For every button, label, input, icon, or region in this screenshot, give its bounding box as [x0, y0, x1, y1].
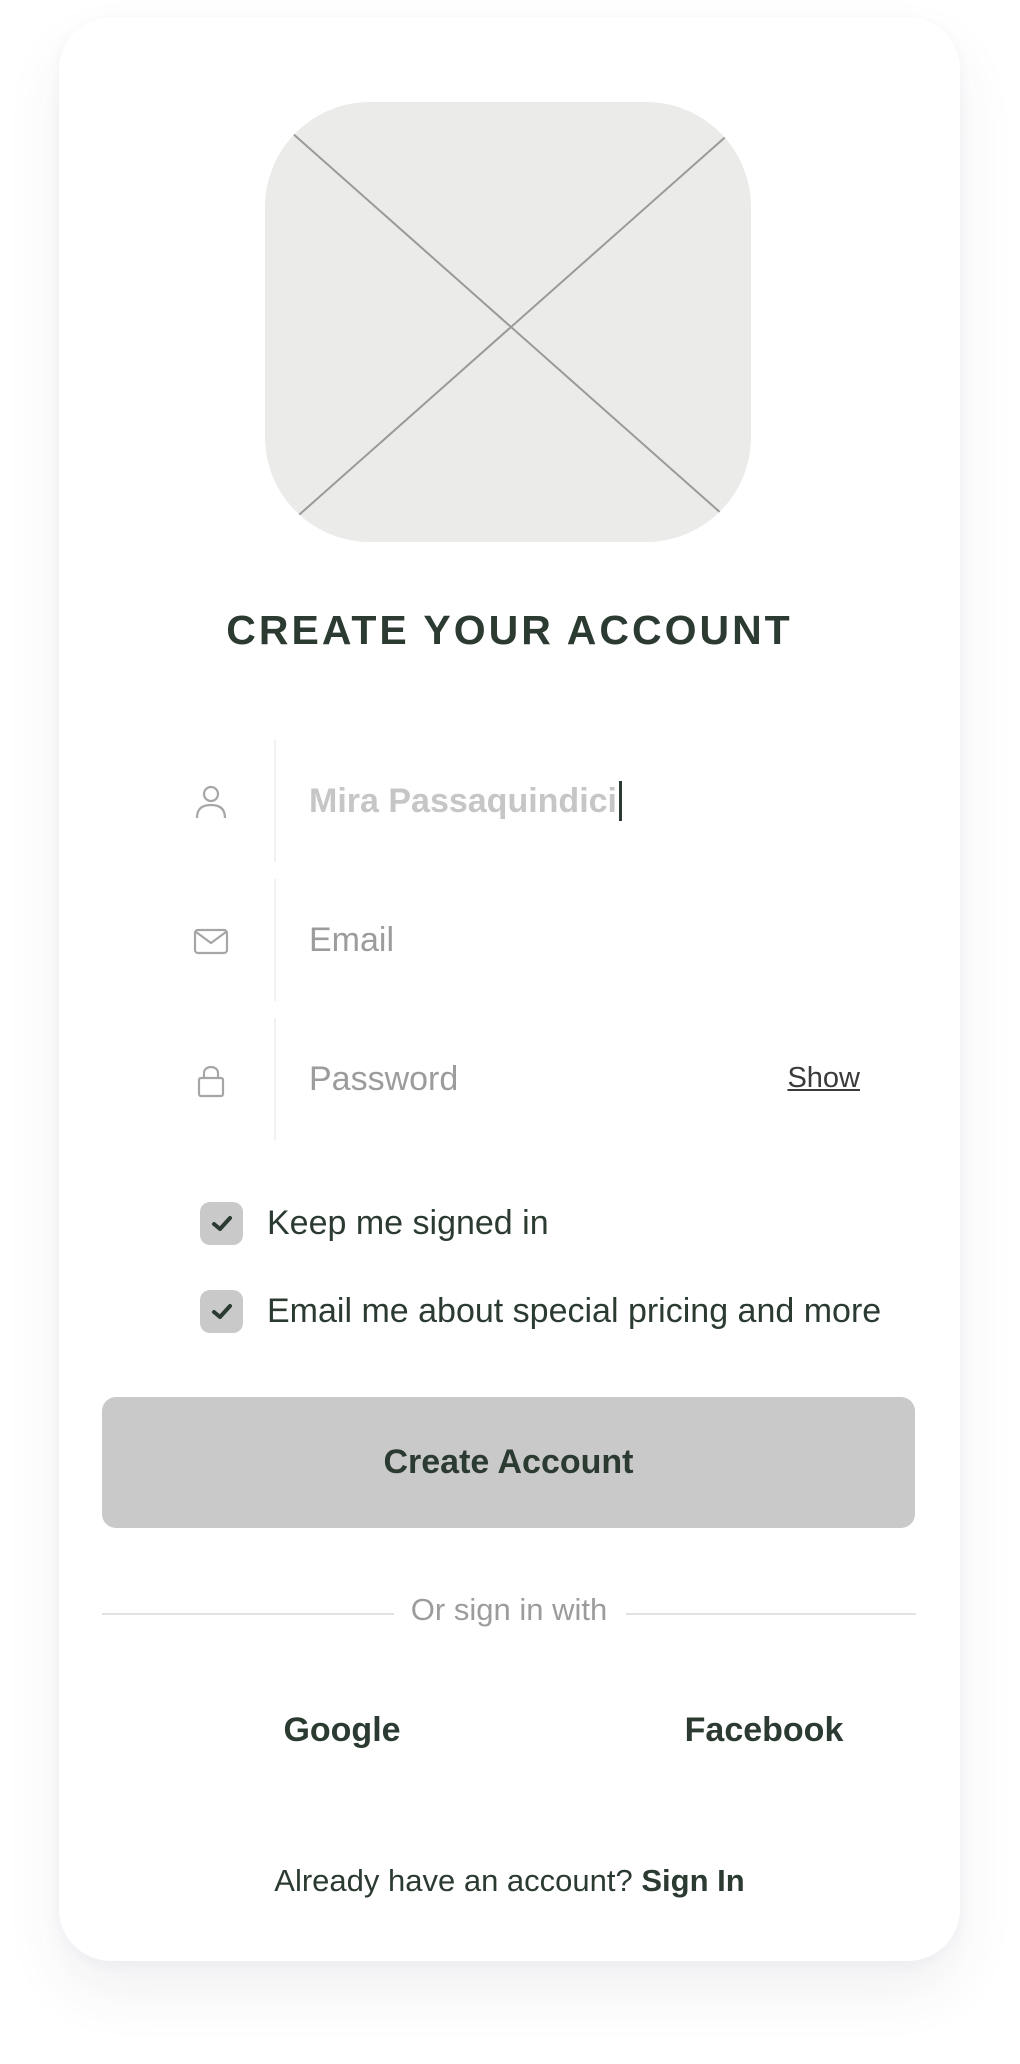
keep-signed-in-checkbox[interactable] [200, 1202, 243, 1245]
image-placeholder-icon [290, 131, 732, 523]
show-password-toggle[interactable]: Show [787, 1062, 860, 1095]
mail-icon [193, 928, 229, 955]
divider-text: Or sign in with [410, 1592, 608, 1627]
field-divider [274, 1018, 276, 1140]
social-divider: Or sign in with [102, 1588, 916, 1638]
create-account-button[interactable]: Create Account [102, 1397, 915, 1528]
name-value: Mira Passaquindici [309, 782, 617, 820]
checkmark-icon [211, 1215, 232, 1231]
field-divider [274, 879, 276, 1001]
checkmark-icon [211, 1303, 232, 1319]
google-signin-button[interactable]: Google [222, 1711, 462, 1750]
email-field[interactable]: Email [124, 879, 904, 1001]
divider-line-right [626, 1613, 916, 1615]
keep-signed-in-label: Keep me signed in [267, 1204, 549, 1242]
email-pricing-option[interactable]: Email me about special pricing and more [200, 1290, 881, 1333]
user-icon [195, 785, 227, 819]
keep-signed-in-option[interactable]: Keep me signed in [200, 1202, 549, 1245]
name-input[interactable]: Mira Passaquindici [309, 781, 622, 821]
lock-icon [197, 1065, 225, 1098]
signin-prompt-text: Already have an account? [274, 1863, 633, 1898]
email-pricing-label: Email me about special pricing and more [267, 1292, 882, 1330]
name-field[interactable]: Mira Passaquindici [124, 740, 904, 862]
sign-in-link[interactable]: Sign In [641, 1863, 744, 1898]
page-title: CREATE YOUR ACCOUNT [226, 607, 793, 653]
logo-placeholder [265, 102, 751, 542]
field-divider [274, 740, 276, 862]
email-pricing-checkbox[interactable] [200, 1290, 243, 1333]
facebook-signin-button[interactable]: Facebook [644, 1711, 884, 1750]
signup-card: CREATE YOUR ACCOUNT Mira Passaquindici E… [59, 17, 960, 1961]
email-input[interactable]: Email [309, 920, 394, 960]
signin-prompt: Already have an account? Sign In [59, 1863, 960, 1899]
text-caret [619, 781, 622, 821]
password-field[interactable]: Password Show [124, 1018, 904, 1140]
password-input[interactable]: Password [309, 1059, 458, 1099]
